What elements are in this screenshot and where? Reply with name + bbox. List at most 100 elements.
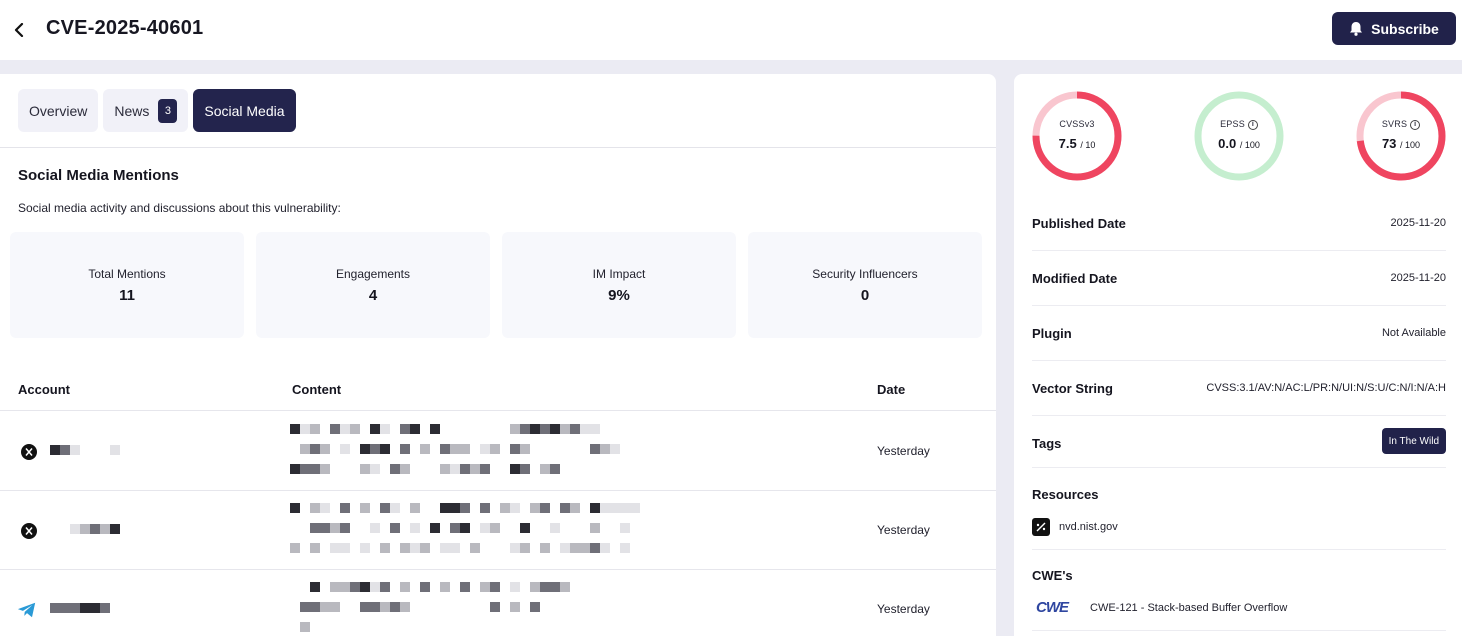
redaction-block bbox=[520, 444, 530, 454]
redaction-block bbox=[400, 543, 410, 553]
redaction-block bbox=[370, 523, 380, 533]
cwe-item[interactable]: CWE CWE-121 - Stack-based Buffer Overflo… bbox=[1032, 597, 1446, 631]
redaction-block bbox=[380, 503, 390, 513]
redaction-block bbox=[420, 444, 430, 454]
redaction-block bbox=[370, 582, 380, 592]
redaction-block bbox=[320, 503, 330, 513]
redaction-block bbox=[460, 602, 470, 612]
tab-bar: Overview News 3 Social Media bbox=[18, 89, 296, 132]
redaction-block bbox=[470, 444, 480, 454]
redacted-account bbox=[50, 445, 120, 455]
redaction-block bbox=[500, 523, 510, 533]
redaction-block bbox=[520, 424, 530, 434]
field-label: Plugin bbox=[1032, 326, 1072, 341]
resource-link[interactable]: nvd.nist.gov bbox=[1032, 517, 1446, 550]
redaction-block bbox=[310, 464, 320, 474]
redaction-block bbox=[310, 424, 320, 434]
redaction-block bbox=[520, 503, 530, 513]
redaction-block bbox=[390, 582, 400, 592]
redaction-block bbox=[490, 424, 500, 434]
redaction-block bbox=[450, 602, 460, 612]
redaction-block bbox=[550, 444, 560, 454]
redaction-block bbox=[440, 602, 450, 612]
redaction-block bbox=[470, 503, 480, 513]
redaction-block bbox=[450, 464, 460, 474]
redaction-block bbox=[290, 503, 300, 513]
redaction-block bbox=[370, 543, 380, 553]
nvd-icon bbox=[1032, 518, 1050, 536]
redaction-block bbox=[300, 444, 310, 454]
redaction-block bbox=[520, 602, 530, 612]
tab-label: Social Media bbox=[204, 102, 285, 119]
redaction-block bbox=[70, 603, 80, 613]
redaction-block bbox=[410, 503, 420, 513]
chevron-left-icon bbox=[14, 23, 24, 37]
redaction-block bbox=[460, 523, 470, 533]
redaction-block bbox=[410, 523, 420, 533]
redaction-block bbox=[590, 444, 600, 454]
tab-news[interactable]: News 3 bbox=[103, 89, 189, 132]
redaction-block bbox=[520, 582, 530, 592]
redaction-block bbox=[350, 464, 360, 474]
redaction-block bbox=[300, 523, 310, 533]
cve-details-panel: CVSSv3 7.5 / 10 EPSS i 0.0 / 100 SVRS i 73… bbox=[1014, 74, 1462, 636]
tag-in-the-wild[interactable]: In The Wild bbox=[1381, 428, 1446, 454]
redaction-block bbox=[330, 444, 340, 454]
redaction-block bbox=[620, 503, 630, 513]
table-row[interactable]: Yesterday bbox=[0, 412, 996, 491]
redaction-block bbox=[480, 543, 490, 553]
info-icon[interactable]: i bbox=[1247, 119, 1258, 130]
redaction-block bbox=[520, 464, 530, 474]
redaction-block bbox=[290, 543, 300, 553]
redaction-block bbox=[440, 424, 450, 434]
redaction-block bbox=[510, 464, 520, 474]
redaction-block bbox=[370, 602, 380, 612]
table-row[interactable]: Yesterday bbox=[0, 491, 996, 570]
redaction-block bbox=[300, 503, 310, 513]
stat-value: 9% bbox=[608, 286, 630, 304]
redaction-block bbox=[340, 503, 350, 513]
redaction-block bbox=[340, 582, 350, 592]
redaction-block bbox=[380, 424, 390, 434]
back-button[interactable] bbox=[8, 18, 30, 42]
redaction-block bbox=[390, 523, 400, 533]
redaction-block bbox=[360, 503, 370, 513]
redaction-block bbox=[450, 503, 460, 513]
redaction-block bbox=[330, 602, 340, 612]
section-title: Social Media Mentions bbox=[18, 167, 179, 184]
redaction-block bbox=[380, 602, 390, 612]
redaction-block bbox=[570, 523, 580, 533]
stats-row: Total Mentions 11 Engagements 4 IM Impac… bbox=[10, 232, 982, 338]
redaction-block bbox=[410, 444, 420, 454]
redaction-block bbox=[350, 503, 360, 513]
redaction-block bbox=[570, 503, 580, 513]
tab-social-media[interactable]: Social Media bbox=[193, 89, 296, 132]
redaction-block bbox=[520, 523, 530, 533]
x-icon bbox=[20, 522, 37, 539]
redaction-block bbox=[600, 543, 610, 553]
redaction-block bbox=[600, 503, 610, 513]
redaction-block bbox=[320, 582, 330, 592]
redacted-account bbox=[70, 524, 120, 534]
table-row[interactable]: Yesterday bbox=[0, 570, 996, 636]
redaction-block bbox=[90, 524, 100, 534]
redaction-block bbox=[540, 543, 550, 553]
redaction-block bbox=[60, 603, 70, 613]
divider bbox=[0, 147, 996, 148]
redaction-block bbox=[390, 602, 400, 612]
redaction-block bbox=[300, 424, 310, 434]
redaction-block bbox=[610, 543, 620, 553]
redaction-block bbox=[620, 523, 630, 533]
redaction-block bbox=[430, 464, 440, 474]
field-value: CVSS:3.1/AV:N/AC:L/PR:N/UI:N/S:U/C:N/I:N… bbox=[1206, 382, 1446, 394]
redaction-block bbox=[310, 523, 320, 533]
tab-overview[interactable]: Overview bbox=[18, 89, 99, 132]
redaction-block bbox=[540, 424, 550, 434]
redaction-block bbox=[470, 424, 480, 434]
redaction-block bbox=[100, 524, 110, 534]
redaction-block bbox=[340, 543, 350, 553]
redaction-block bbox=[630, 503, 640, 513]
subscribe-button[interactable]: Subscribe bbox=[1332, 12, 1456, 45]
redaction-block bbox=[500, 444, 510, 454]
info-icon[interactable]: i bbox=[1410, 119, 1421, 130]
